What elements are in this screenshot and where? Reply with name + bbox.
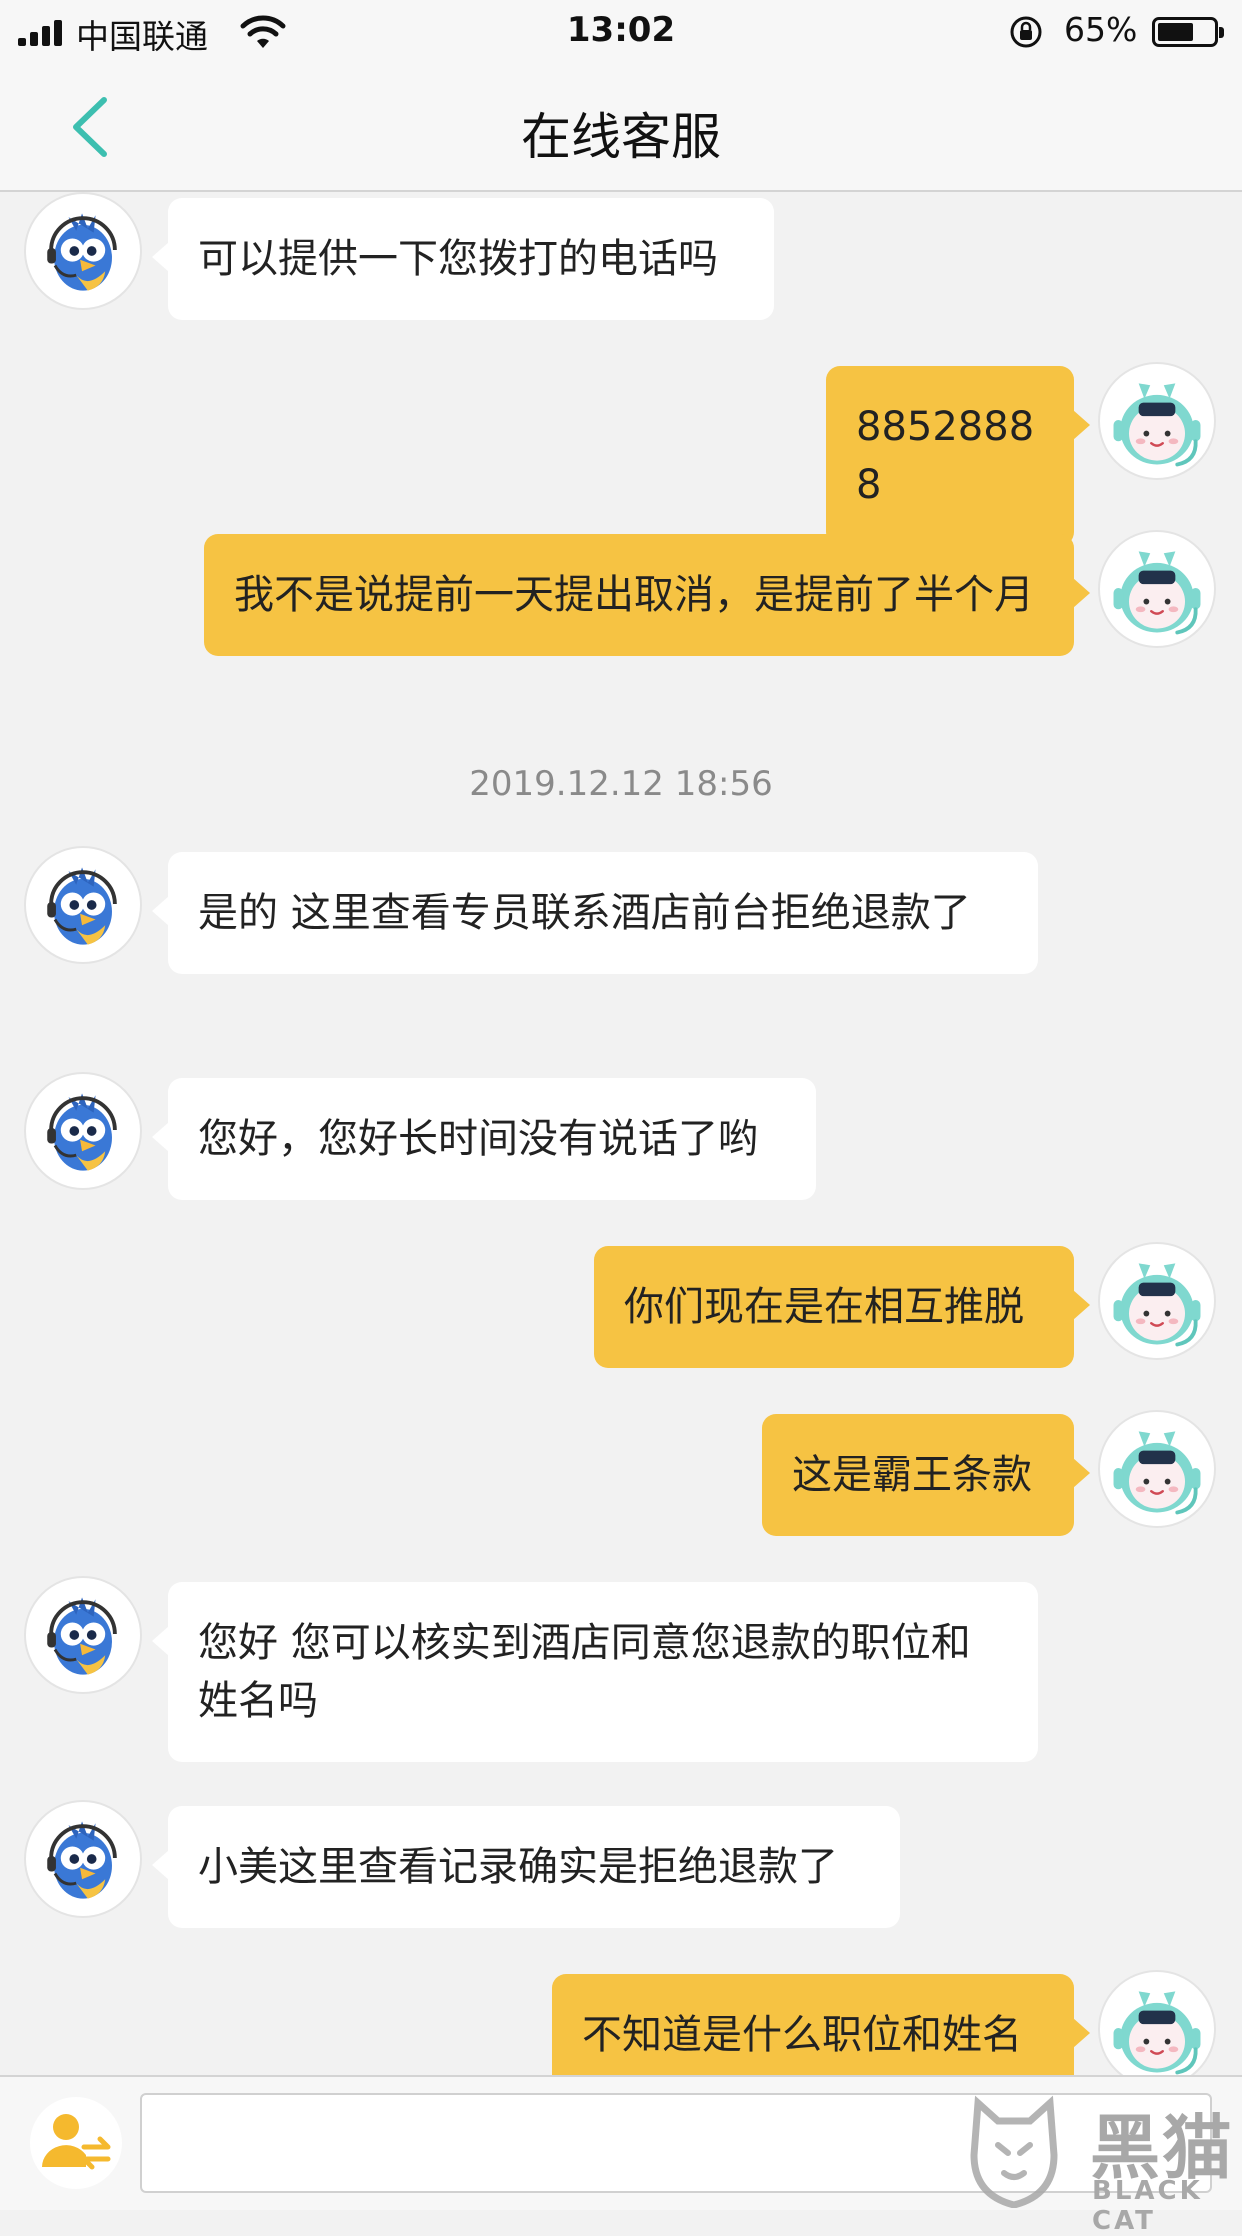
agent-avatar — [24, 1576, 142, 1694]
battery-icon — [1152, 17, 1224, 47]
message-bubble-user: 88528888 — [826, 366, 1090, 546]
message-bubble-agent: 您好，您好长时间没有说话了哟 — [152, 1078, 816, 1200]
user-avatar — [1098, 1410, 1216, 1528]
transfer-to-human-button[interactable] — [28, 2095, 124, 2191]
message-bubble-agent: 是的 这里查看专员联系酒店前台拒绝退款了 — [152, 852, 1038, 974]
agent-avatar — [24, 1800, 142, 1918]
user-avatar — [1098, 530, 1216, 648]
message-bubble-user: 你们现在是在相互推脱 — [594, 1246, 1090, 1368]
user-avatar — [1098, 1970, 1216, 2075]
battery-level — [1158, 23, 1193, 41]
message-timestamp: 2019.12.12 18:56 — [469, 764, 773, 804]
message-bubble-user: 不知道是什么职位和姓名 — [552, 1974, 1090, 2075]
message-bubble-user: 我不是说提前一天提出取消，是提前了半个月 — [204, 534, 1090, 656]
message-bubble-user: 这是霸王条款 — [762, 1414, 1090, 1536]
user-avatar — [1098, 1242, 1216, 1360]
message-bubble-agent: 可以提供一下您拨打的电话吗 — [152, 198, 774, 320]
page-title: 在线客服 — [521, 108, 721, 166]
agent-avatar — [24, 1072, 142, 1190]
message-bubble-agent: 小美这里查看记录确实是拒绝退款了 — [152, 1806, 900, 1928]
agent-avatar — [24, 192, 142, 310]
user-avatar — [1098, 362, 1216, 480]
agent-avatar — [24, 846, 142, 964]
status-time: 13:02 — [566, 10, 676, 50]
chat-message-list[interactable]: 可以提供一下您拨打的电话吗 88528888 我不是说提前一天提出取消，是提前了… — [0, 192, 1242, 2075]
nav-bar: 在线客服 — [0, 62, 1242, 192]
rotation-lock-icon — [1010, 16, 1042, 48]
message-bubble-agent: 您好 您可以核实到酒店同意您退款的职位和姓名吗 — [152, 1582, 1038, 1762]
watermark-subtitle: BLACK CAT — [1092, 2176, 1203, 2236]
status-bar: 中国联通 13:02 65% — [0, 0, 1242, 62]
battery-percent: 65% — [1064, 10, 1138, 49]
